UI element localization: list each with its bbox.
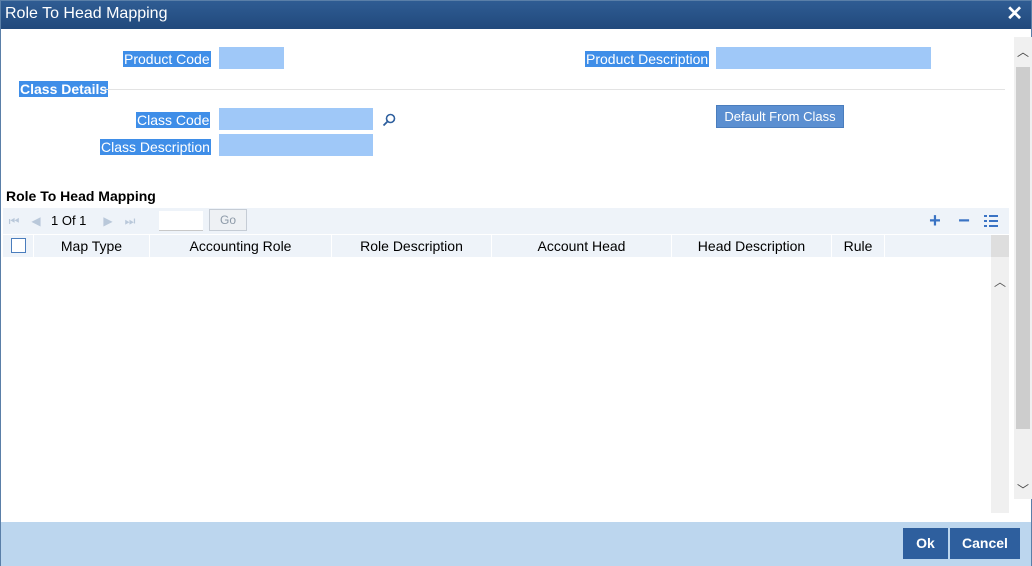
go-button[interactable]: Go (209, 209, 247, 231)
product-code-label: Product Code (123, 51, 211, 67)
product-code-field[interactable] (219, 47, 284, 69)
class-details-label: Class Details (19, 81, 109, 97)
column-header-account-head[interactable]: Account Head (492, 235, 672, 257)
first-page-icon[interactable]: ⏮ (7, 214, 21, 228)
product-description-field[interactable] (716, 47, 931, 69)
class-description-label: Class Description (100, 139, 211, 155)
pagination-text: 1 Of 1 (51, 213, 87, 228)
plus-icon[interactable]: + (925, 211, 945, 231)
grid-header: Map Type Accounting Role Role Descriptio… (3, 235, 991, 257)
close-icon[interactable]: ✕ (1006, 4, 1023, 24)
product-description-label: Product Description (585, 51, 710, 67)
list-icon[interactable] (983, 213, 999, 229)
chevron-up-icon[interactable]: ︿ (994, 273, 1006, 290)
default-from-class-button[interactable]: Default From Class (716, 105, 844, 128)
column-header-accounting-role[interactable]: Accounting Role (150, 235, 332, 257)
scrollbar-thumb[interactable] (1016, 67, 1030, 429)
grid-scrollbar-header (991, 235, 1009, 257)
grid-toolbar: ⏮ ◀ 1 Of 1 ▶ ⏭ Go + − (3, 208, 1009, 234)
column-header-role-description[interactable]: Role Description (332, 235, 492, 257)
prev-page-icon[interactable]: ◀ (29, 214, 43, 228)
ok-button[interactable]: Ok (903, 528, 948, 559)
minus-icon[interactable]: − (954, 211, 974, 231)
search-icon[interactable] (381, 112, 397, 128)
dialog-window: Role To Head Mapping ✕ Product Code Prod… (0, 0, 1032, 566)
last-page-icon[interactable]: ⏭ (123, 214, 137, 228)
chevron-down-icon[interactable]: ﹀ (1017, 481, 1029, 498)
select-all-cell (3, 235, 34, 257)
class-description-field[interactable] (219, 134, 373, 156)
window-title: Role To Head Mapping (5, 5, 168, 22)
footer-bar: Ok Cancel (1, 522, 1031, 566)
section-divider (105, 89, 1005, 90)
next-page-icon[interactable]: ▶ (101, 214, 115, 228)
window-scrollbar[interactable]: ︿ ﹀ (1014, 37, 1032, 499)
class-code-label: Class Code (136, 112, 211, 128)
class-code-field[interactable] (219, 108, 373, 130)
cancel-button[interactable]: Cancel (950, 528, 1020, 559)
select-all-checkbox[interactable] (11, 238, 26, 253)
column-header-head-description[interactable]: Head Description (672, 235, 832, 257)
column-header-rule[interactable]: Rule (832, 235, 885, 257)
grid-scrollbar[interactable]: ︿ (991, 235, 1009, 513)
chevron-up-icon[interactable]: ︿ (1017, 43, 1029, 60)
page-number-input[interactable] (159, 211, 203, 231)
column-header-map-type[interactable]: Map Type (34, 235, 150, 257)
title-bar: Role To Head Mapping ✕ (1, 1, 1031, 29)
mapping-section-title: Role To Head Mapping (6, 188, 156, 204)
